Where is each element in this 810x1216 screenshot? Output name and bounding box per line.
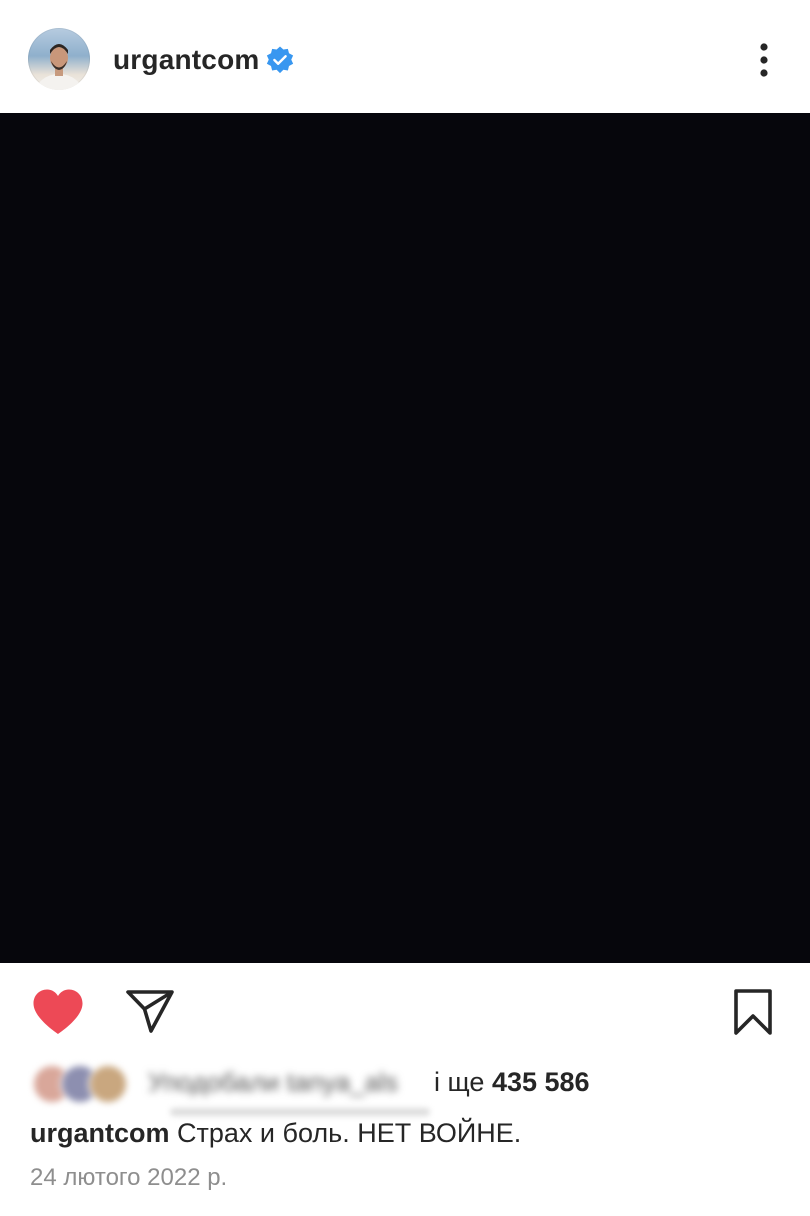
post-caption: urgantcom Страх и боль. НЕТ ВОЙНЕ. bbox=[30, 1114, 521, 1152]
bookmark-icon[interactable] bbox=[731, 988, 775, 1036]
post-media[interactable] bbox=[0, 113, 810, 963]
liker-avatars bbox=[32, 1064, 132, 1104]
verified-badge-icon bbox=[266, 46, 294, 74]
author-avatar[interactable] bbox=[28, 28, 90, 90]
liker-avatar bbox=[88, 1064, 128, 1104]
paper-plane-icon[interactable] bbox=[124, 988, 176, 1034]
post-date: 24 лютого 2022 р. bbox=[30, 1164, 228, 1191]
more-options-icon[interactable] bbox=[747, 40, 781, 80]
likes-more-prefix: і ще bbox=[434, 1067, 492, 1097]
caption-text: Страх и боль. НЕТ ВОЙНЕ. bbox=[177, 1118, 522, 1148]
post-header: urgantcom bbox=[0, 0, 810, 113]
heart-filled-icon[interactable] bbox=[30, 987, 86, 1037]
action-bar bbox=[0, 963, 810, 1058]
caption-username[interactable]: urgantcom bbox=[30, 1118, 170, 1148]
likes-summary[interactable]: Уподобали tanya_als і ще 435 586 bbox=[30, 1058, 790, 1106]
likes-more-count: 435 586 bbox=[491, 1067, 590, 1097]
avatar-photo-icon bbox=[35, 44, 83, 90]
author-username[interactable]: urgantcom bbox=[113, 40, 259, 80]
liked-by-text: Уподобали tanya_als bbox=[148, 1067, 398, 1097]
likes-count[interactable]: і ще 435 586 bbox=[434, 1065, 590, 1099]
